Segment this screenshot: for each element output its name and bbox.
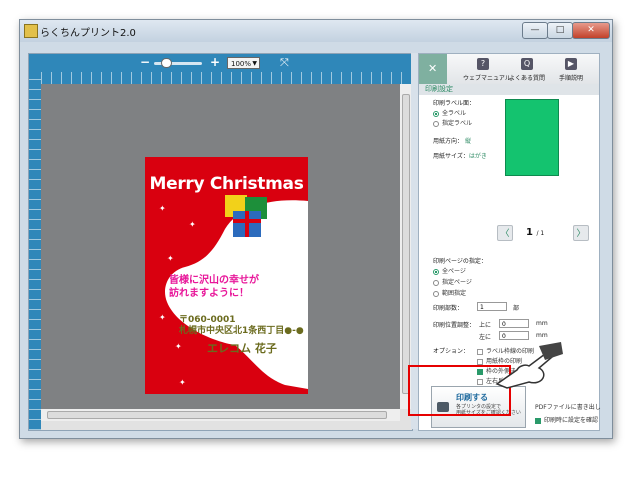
zoom-out-button[interactable]: − <box>140 55 150 69</box>
close-button[interactable]: ✕ <box>572 22 610 39</box>
maximize-button[interactable]: □ <box>547 22 573 39</box>
radio-icon <box>433 279 439 286</box>
panel-header: ✕ ? ウェブマニュアル Q よくある質問 ▶ 手順説明 <box>419 54 599 84</box>
zoom-toolbar: − + 100% ▼ ⤧ <box>29 54 412 72</box>
faq-button[interactable]: Q よくある質問 <box>507 54 547 84</box>
sparkle-icon: ✦ <box>189 220 196 229</box>
fit-to-window-icon[interactable]: ⤧ <box>280 56 289 70</box>
faq-icon: Q <box>521 58 533 70</box>
editor-pane: − + 100% ▼ ⤧ Merry Christmas 皆様に沢山の幸せが 訪… <box>28 53 413 431</box>
print-preview <box>505 99 559 176</box>
horizontal-scroll-thumb[interactable] <box>47 411 387 419</box>
web-manual-button[interactable]: ? ウェブマニュアル <box>463 54 511 84</box>
section-title: 印刷設定 <box>419 84 599 95</box>
radio-specific-pages[interactable]: 指定ページ <box>433 277 472 286</box>
pointing-hand-icon <box>495 342 563 389</box>
offset-left-label: 左に <box>479 334 492 341</box>
radio-specific-labels[interactable]: 指定ラベル <box>433 118 472 127</box>
card-sender-name[interactable]: エレコム 花子 <box>207 340 277 356</box>
sparkle-icon: ✦ <box>289 200 296 209</box>
radio-page-range[interactable]: 範囲指定 <box>433 288 466 297</box>
offset-left-unit: mm <box>536 332 548 339</box>
orientation-value: 縦 <box>464 138 471 145</box>
offset-top-label: 上に <box>479 322 492 329</box>
sparkle-icon: ✦ <box>175 342 182 351</box>
design-canvas[interactable]: Merry Christmas 皆様に沢山の幸せが 訪れますように！ 〒060-… <box>41 84 400 409</box>
postcard-design[interactable]: Merry Christmas 皆様に沢山の幸せが 訪れますように！ 〒060-… <box>145 157 308 394</box>
sparkle-icon: ✦ <box>263 266 270 275</box>
zoom-in-button[interactable]: + <box>210 55 220 69</box>
title-bar: らくちんプリント2.0 — □ ✕ <box>20 20 612 42</box>
offset-top-unit: mm <box>536 320 548 327</box>
print-label-heading: 印刷ラベル面： <box>433 100 476 107</box>
zoom-select[interactable]: 100% ▼ <box>227 57 260 69</box>
next-page-button[interactable]: 〉 <box>573 225 589 241</box>
page-indicator: 1 / 1 <box>526 227 544 238</box>
paper-size-row: 用紙サイズ：はがき <box>433 153 487 160</box>
page-total: / 1 <box>536 230 545 237</box>
radio-icon <box>433 290 439 297</box>
vertical-ruler <box>29 72 41 430</box>
radio-all-labels[interactable]: 全ラベル <box>433 108 466 117</box>
zoom-value: 100% <box>231 60 252 68</box>
chevron-down-icon: ▼ <box>252 60 257 67</box>
minimize-button[interactable]: — <box>522 22 548 39</box>
confirm-settings-checkbox[interactable]: 印刷時に設定を確認 <box>535 415 598 424</box>
horizontal-scrollbar[interactable] <box>41 409 400 421</box>
window-title: らくちんプリント2.0 <box>40 28 136 39</box>
app-icon <box>24 24 38 38</box>
options-label: オプション： <box>433 348 470 355</box>
orientation-row: 用紙方向： 縦 <box>433 138 471 145</box>
sparkle-icon: ✦ <box>167 254 174 263</box>
copies-label: 印刷部数： <box>433 305 464 312</box>
radio-selected-icon <box>433 268 439 275</box>
radio-icon <box>433 120 439 127</box>
checkbox-icon <box>477 358 483 365</box>
offset-left-stepper[interactable]: 0 <box>499 331 529 340</box>
card-message-line2[interactable]: 訪れますように！ <box>169 284 249 299</box>
offset-top-stepper[interactable]: 0 <box>499 319 529 328</box>
copies-stepper[interactable]: 1 <box>477 302 507 311</box>
zoom-slider-handle[interactable] <box>161 58 173 68</box>
play-icon: ▶ <box>565 58 577 70</box>
prev-page-button[interactable]: 〈 <box>497 225 513 241</box>
close-icon: ✕ <box>428 62 438 75</box>
checkbox-checked-icon <box>535 417 541 424</box>
radio-all-pages[interactable]: 全ページ <box>433 266 466 275</box>
card-address[interactable]: 札幌市中央区北1条西丁目●-● <box>179 323 304 336</box>
sparkle-icon: ✦ <box>159 313 166 322</box>
sparkle-icon: ✦ <box>159 204 166 213</box>
offset-label: 印刷位置調整： <box>433 322 476 329</box>
page-range-heading: 印刷ページの指定： <box>433 258 487 265</box>
panel-tab[interactable]: ✕ <box>419 54 447 84</box>
copies-unit: 部 <box>513 305 520 312</box>
tutorial-button[interactable]: ▶ 手順説明 <box>551 54 591 84</box>
card-title[interactable]: Merry Christmas <box>145 174 308 194</box>
paper-size-value: はがき <box>468 153 487 160</box>
pdf-export-link[interactable]: PDFファイルに書き出し <box>535 402 601 411</box>
radio-selected-icon <box>433 110 439 117</box>
horizontal-ruler <box>41 72 412 84</box>
sparkle-icon: ✦ <box>179 378 186 387</box>
help-icon: ? <box>477 58 489 70</box>
vertical-scroll-thumb[interactable] <box>402 94 410 394</box>
page-current: 1 <box>526 227 533 238</box>
sparkle-icon: ✦ <box>291 278 298 287</box>
checkbox-icon <box>477 348 483 355</box>
